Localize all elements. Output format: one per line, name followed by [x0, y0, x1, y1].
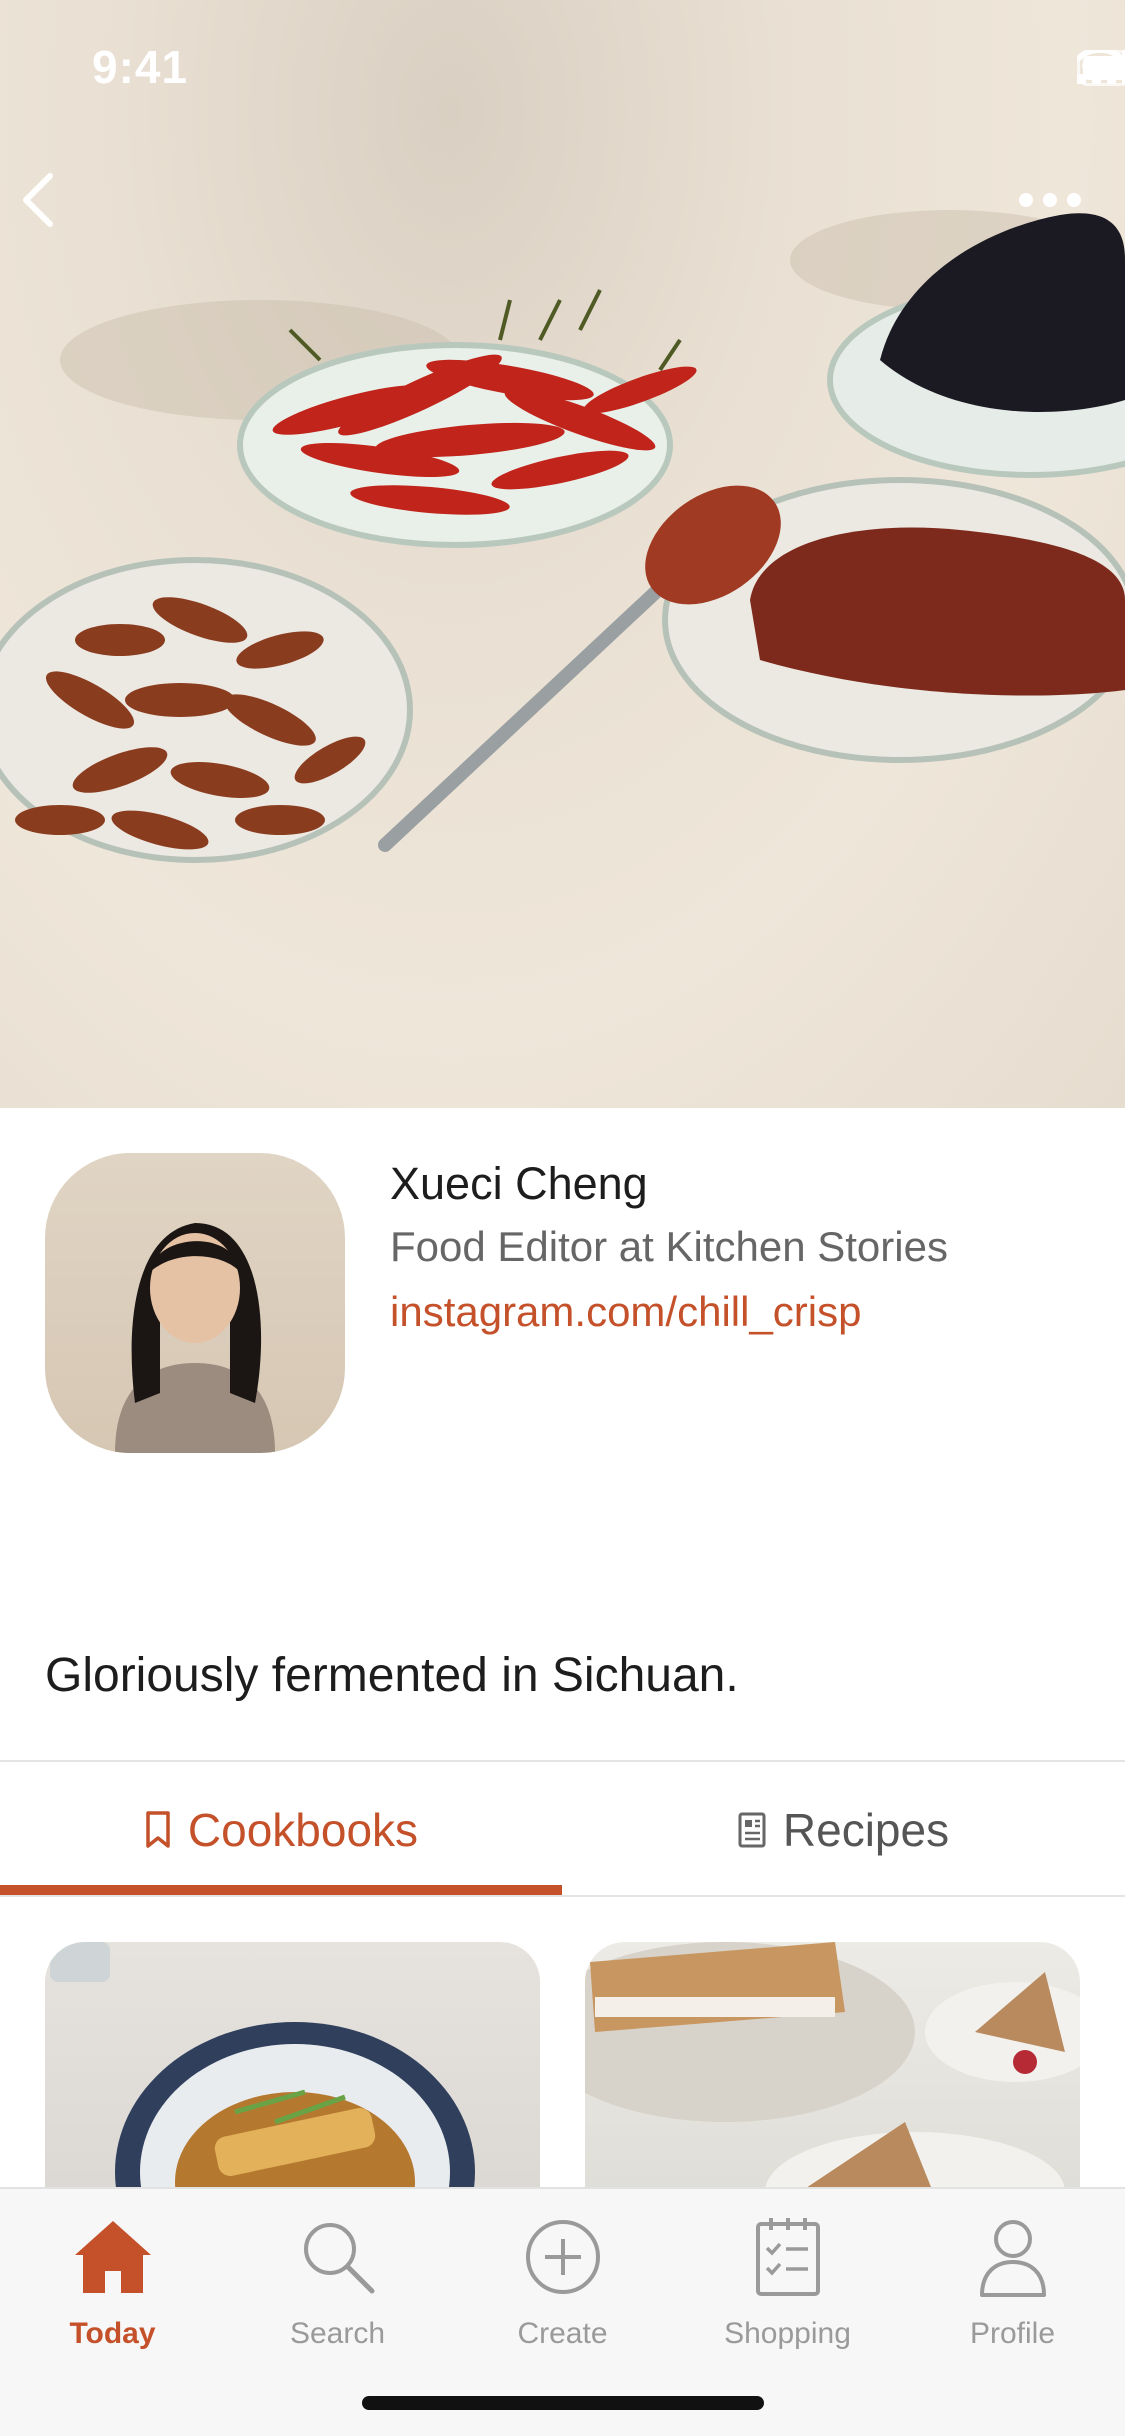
person-icon [979, 2220, 1046, 2297]
cookbook-card[interactable] [585, 1942, 1080, 2187]
more-options-button[interactable] [1005, 170, 1095, 230]
nav-profile[interactable]: Profile [900, 2207, 1125, 2351]
nav-create-label: Create [517, 2317, 608, 2350]
author-name: Xueci Cheng [390, 1158, 648, 1209]
author-profile: Xueci Cheng Food Editor at Kitchen Stori… [0, 1108, 1125, 1760]
bookmark-icon [146, 1810, 170, 1848]
tab-cookbooks-label: Cookbooks [187, 1803, 419, 1856]
shopping-list-icon [755, 2218, 820, 2296]
cookbook-card[interactable] [45, 1942, 540, 2187]
back-button[interactable] [18, 170, 88, 240]
home-indicator [362, 2396, 764, 2410]
avatar-photo [115, 1223, 275, 1453]
chevron-left-icon [23, 173, 53, 227]
nav-create[interactable]: Create [450, 2207, 675, 2351]
battery-icon [1077, 50, 1125, 86]
tab-recipes[interactable]: Recipes [562, 1762, 1124, 1897]
more-dot-icon [1019, 193, 1033, 207]
nav-today-label: Today [69, 2317, 156, 2350]
cookbook-grid [0, 1897, 1125, 2187]
hero-photo-chilies [0, 210, 1125, 863]
content-tabs: Cookbooks Recipes [0, 1760, 1125, 1897]
more-dot-icon [1043, 193, 1057, 207]
avatar [45, 1153, 345, 1453]
status-time: 9:41 [92, 41, 189, 93]
home-icon [74, 2221, 151, 2293]
tab-recipes-label: Recipes [782, 1803, 950, 1856]
status-bar: 9:41 [0, 0, 1125, 135]
hero-image: 9:41 [0, 0, 1125, 1108]
author-role: Food Editor at Kitchen Stories [390, 1223, 948, 1270]
nav-search[interactable]: Search [225, 2207, 450, 2351]
nav-shopping-label: Shopping [724, 2317, 851, 2350]
more-dot-icon [1067, 193, 1081, 207]
cookbook-cover-image [50, 1942, 475, 2187]
nav-profile-label: Profile [969, 2317, 1056, 2350]
author-bio: Gloriously fermented in Sichuan. [45, 1649, 739, 1702]
nav-today[interactable]: Today [0, 2207, 225, 2351]
search-icon [303, 2223, 374, 2294]
nav-search-label: Search [289, 2317, 386, 2350]
instagram-link[interactable]: instagram.com/chill_crisp [390, 1288, 861, 1336]
cookbook-cover-image [585, 1942, 1080, 2187]
recipe-card-icon [738, 1812, 766, 1847]
active-tab-indicator [0, 1885, 562, 1895]
plus-circle-icon [525, 2220, 600, 2294]
nav-shopping[interactable]: Shopping [675, 2207, 900, 2351]
tab-cookbooks[interactable]: Cookbooks [0, 1762, 562, 1897]
